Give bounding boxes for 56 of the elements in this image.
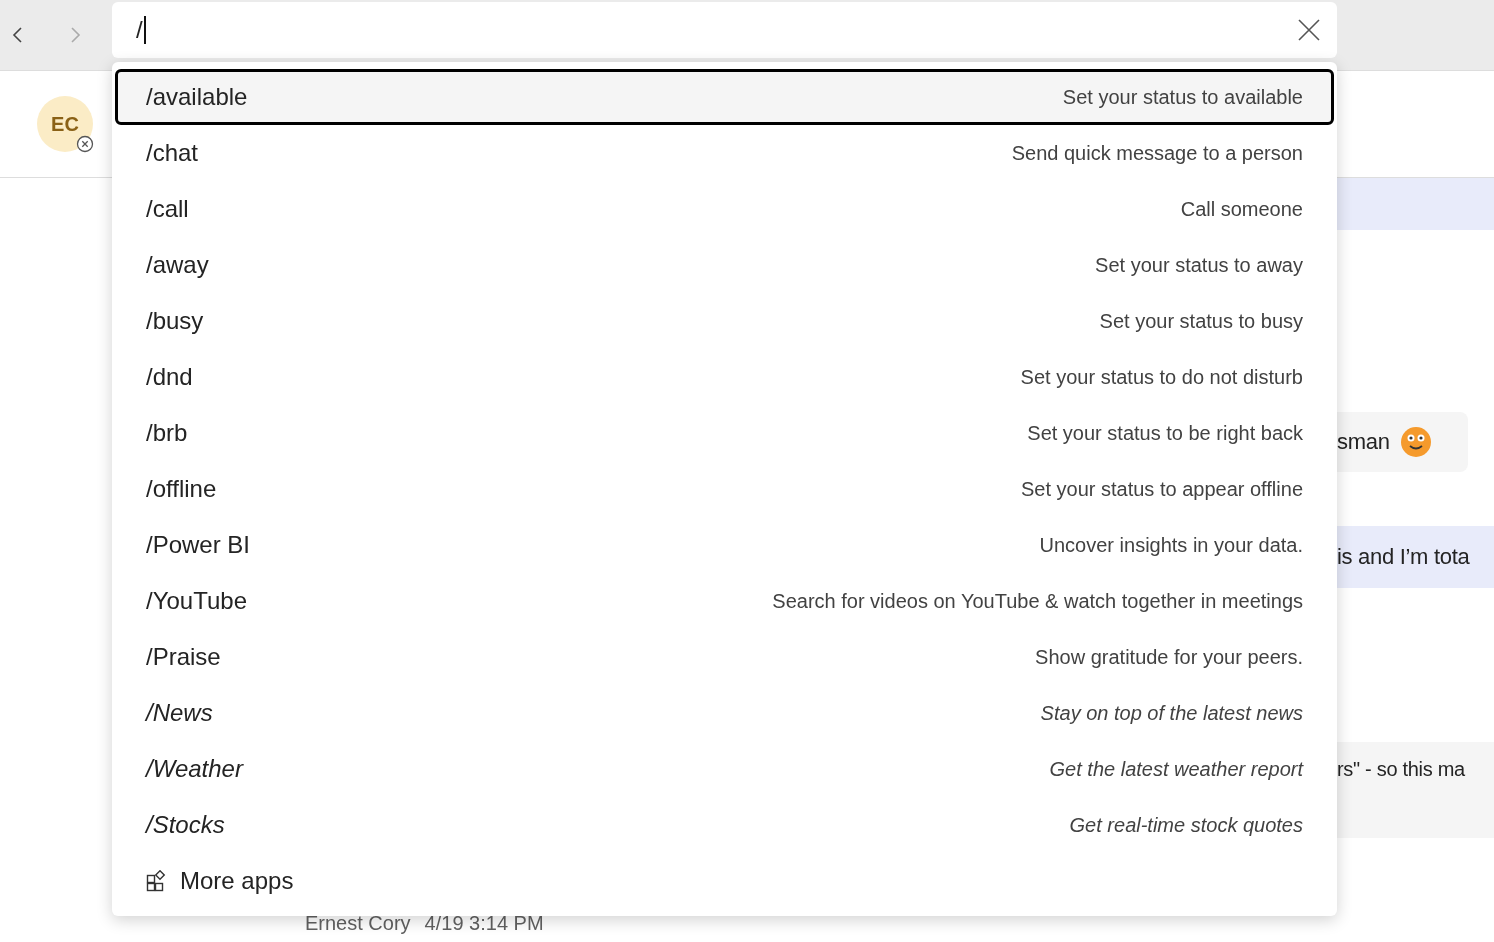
command-description: Uncover insights in your data.: [1039, 533, 1303, 557]
command-name: /offline: [146, 475, 217, 503]
close-icon[interactable]: [1297, 18, 1321, 42]
command-description: Send quick message to a person: [1011, 141, 1303, 165]
search-value: /: [136, 16, 143, 44]
command-name: /Weather: [146, 755, 243, 783]
command-description: Set your status to available: [1062, 85, 1303, 109]
command-item[interactable]: /Praise Show gratitude for your peers.: [115, 629, 1334, 685]
more-apps-item[interactable]: More apps: [115, 853, 1334, 909]
command-name: /YouTube: [146, 587, 247, 615]
command-item[interactable]: /News Stay on top of the latest news: [115, 685, 1334, 741]
command-item[interactable]: /offline Set your status to appear offline: [115, 461, 1334, 517]
more-apps-label: More apps: [180, 867, 294, 895]
command-description: Get real-time stock quotes: [1069, 813, 1303, 837]
command-description: Set your status to busy: [1099, 309, 1303, 333]
command-name: /Power BI: [146, 531, 251, 559]
command-name: /dnd: [146, 363, 193, 391]
command-description: Set your status to be right back: [1027, 421, 1303, 445]
command-description: Set your status to do not disturb: [1020, 365, 1303, 389]
command-description: Stay on top of the latest news: [1040, 701, 1303, 725]
command-name: /Stocks: [146, 811, 225, 839]
command-item[interactable]: /Weather Get the latest weather report: [115, 741, 1334, 797]
command-item[interactable]: /dnd Set your status to do not disturb: [115, 349, 1334, 405]
command-item[interactable]: /busy Set your status to busy: [115, 293, 1334, 349]
message-time: 4/19 3:14 PM: [424, 912, 544, 935]
command-name: /available: [146, 83, 248, 111]
command-description: Set your status to away: [1095, 253, 1303, 277]
message-author: Ernest Cory: [305, 912, 411, 935]
command-item[interactable]: /brb Set your status to be right back: [115, 405, 1334, 461]
command-description: Search for videos on YouTube & watch together in meetings: [772, 589, 1303, 613]
blocked-status-icon: [76, 135, 94, 153]
command-name: /chat: [146, 139, 199, 167]
command-name: /away: [146, 251, 209, 279]
message-text: is and I’m tota: [1337, 544, 1470, 570]
command-description: Call someone: [1180, 197, 1303, 221]
apps-icon: [146, 870, 168, 892]
command-item[interactable]: /Stocks Get real-time stock quotes: [115, 797, 1334, 853]
command-description: Set your status to appear offline: [1020, 477, 1303, 501]
command-name: /brb: [146, 419, 188, 447]
command-item[interactable]: /call Call someone: [115, 181, 1334, 237]
command-item[interactable]: /YouTube Search for videos on YouTube & watch together in meetings: [115, 573, 1334, 629]
command-description: Show gratitude for your peers.: [1035, 645, 1303, 669]
command-name: /News: [146, 699, 213, 727]
message-text: rs" - so this ma: [1337, 758, 1465, 781]
smiley-emoji-icon: [1399, 426, 1432, 458]
command-item[interactable]: /chat Send quick message to a person: [115, 125, 1334, 181]
command-item[interactable]: /away Set your status to away: [115, 237, 1334, 293]
command-name: /busy: [146, 307, 204, 335]
avatar: EC: [37, 96, 93, 152]
command-name: /call: [146, 195, 189, 223]
message-text: sman: [1337, 429, 1390, 455]
command-item[interactable]: /Power BI Uncover insights in your data.: [115, 517, 1334, 573]
command-item[interactable]: /available Set your status to available: [115, 69, 1334, 125]
command-search-field[interactable]: /: [112, 2, 1337, 58]
command-description: Get the latest weather report: [1049, 757, 1303, 781]
command-name: /Praise: [146, 643, 221, 671]
